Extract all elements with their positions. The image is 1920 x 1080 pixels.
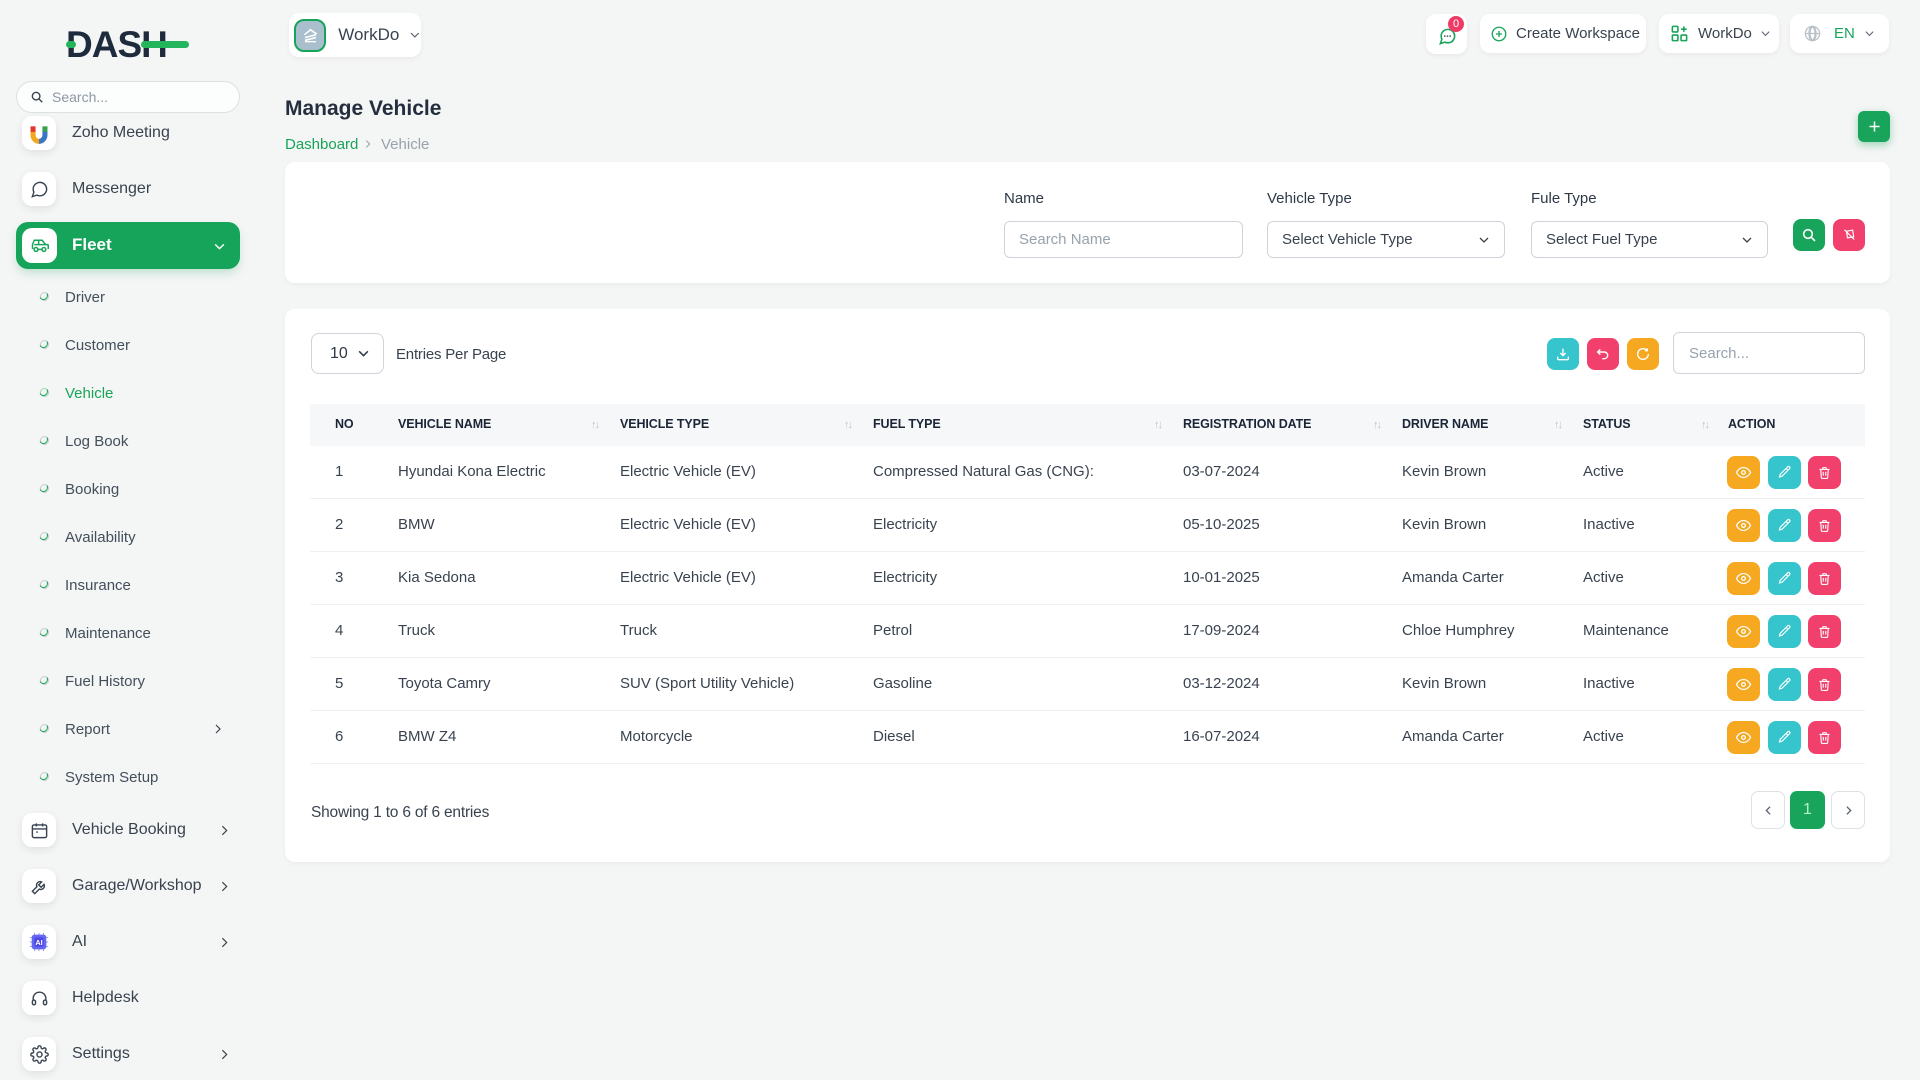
svg-text:AI: AI xyxy=(35,938,42,947)
